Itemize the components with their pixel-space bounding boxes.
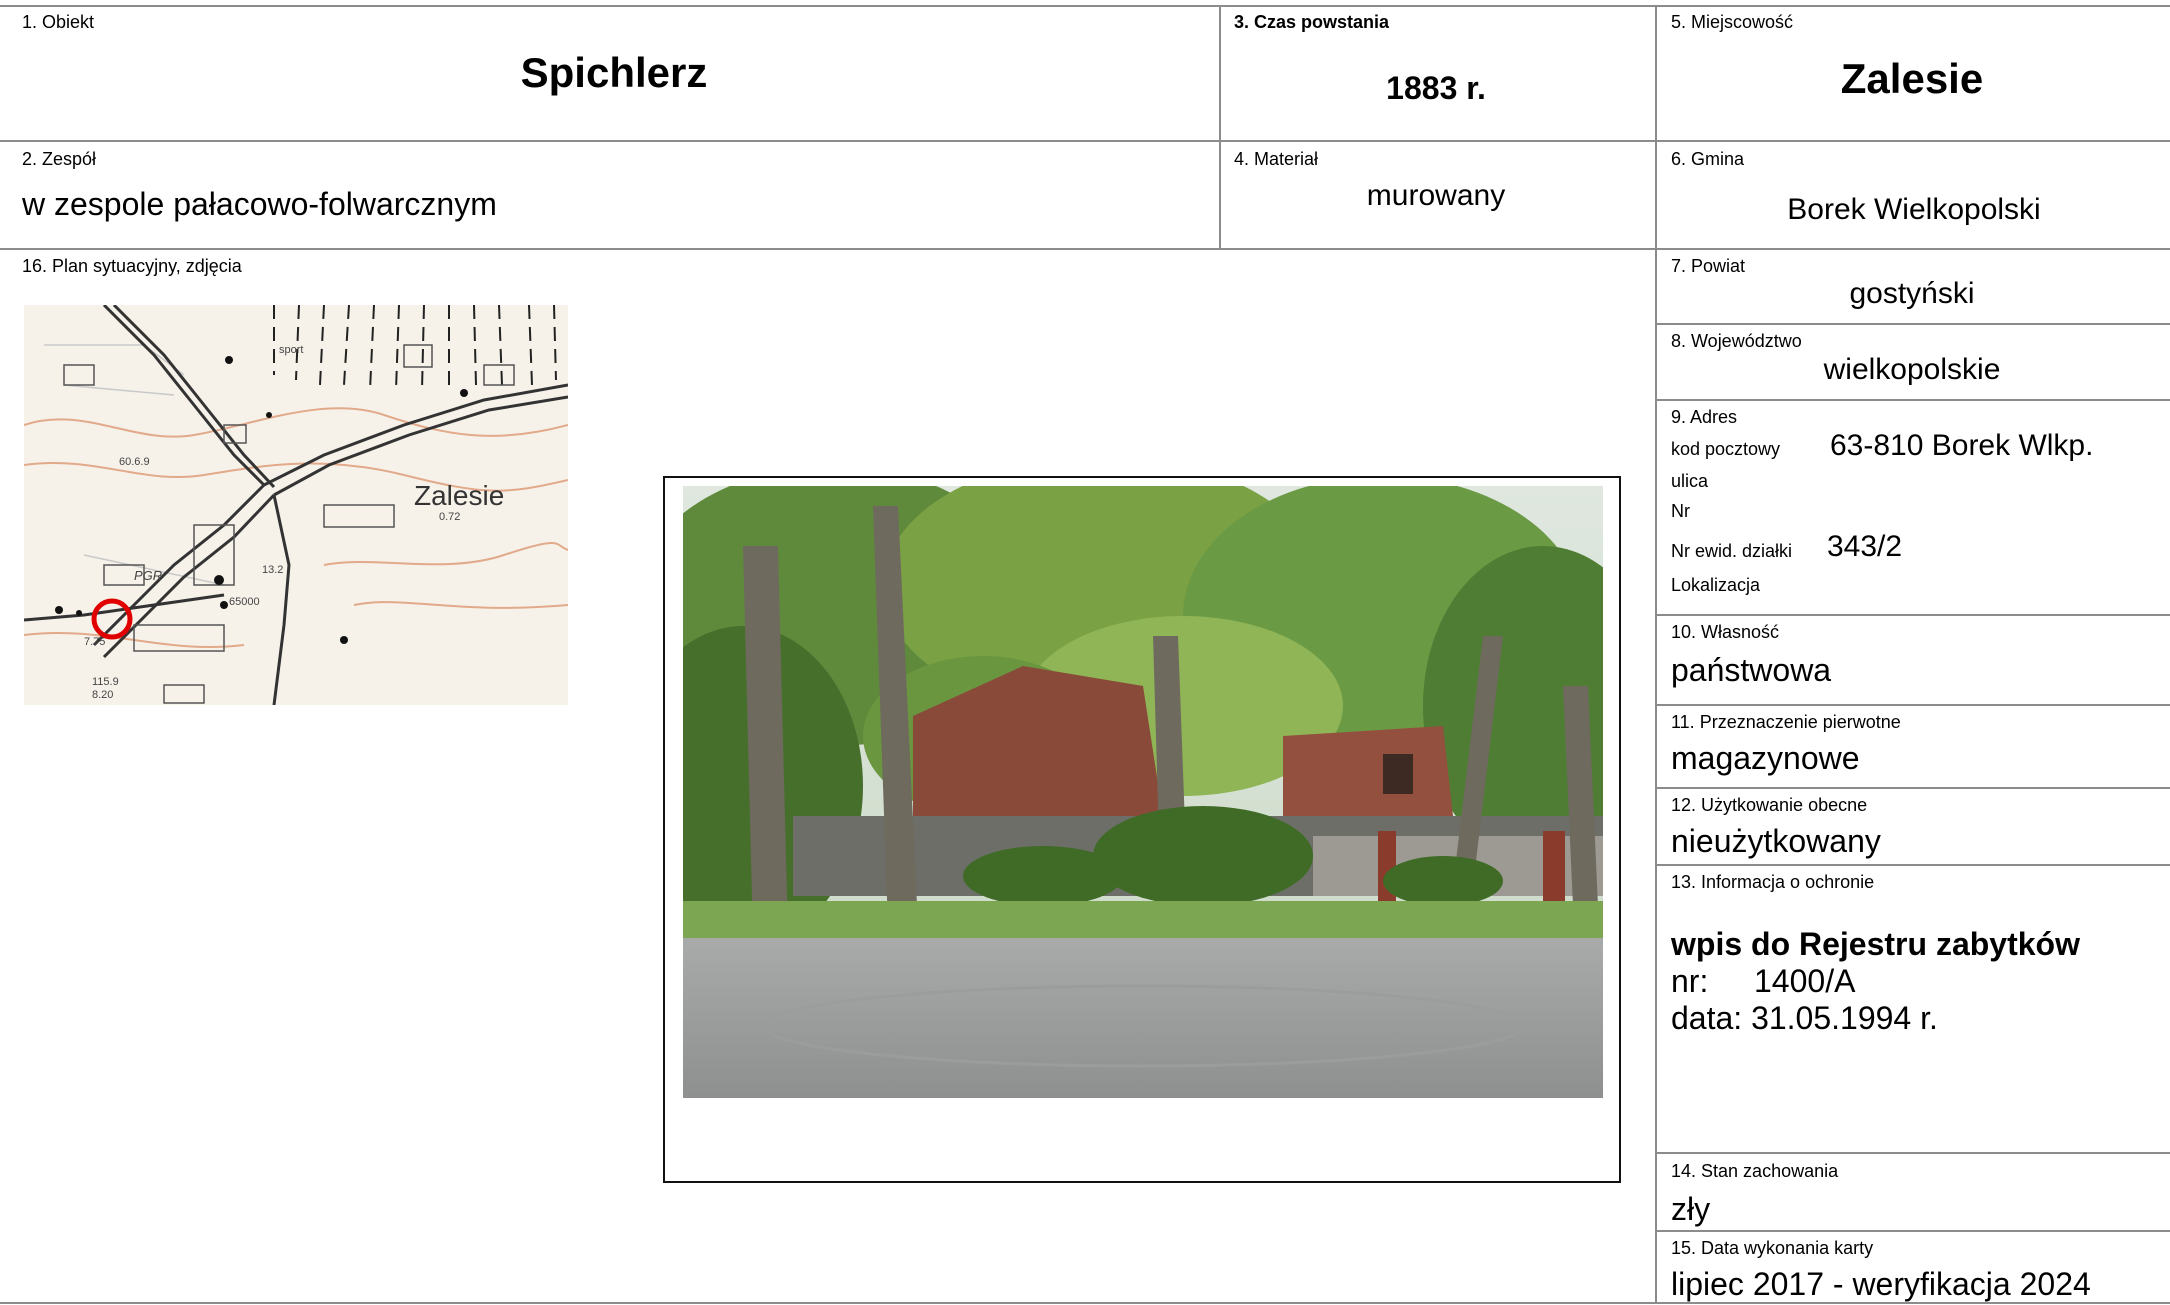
wlasnosc-label: 10. Własność — [1671, 622, 1780, 642]
lokalizacja-label: Lokalizacja — [1671, 575, 1761, 595]
map-label-sport: sport — [279, 344, 303, 356]
przeznaczenie-value: magazynowe — [1671, 740, 1860, 776]
ochrona-nr-value: 1400/A — [1754, 963, 1856, 999]
granary-photo — [683, 486, 1603, 1098]
ochrona-title: wpis do Rejestru zabytków — [1671, 926, 2080, 962]
map-label-820: 8.20 — [92, 689, 113, 701]
stan-label: 14. Stan zachowania — [1671, 1161, 1839, 1181]
czas-value: 1883 r. — [1386, 70, 1486, 106]
nr-ewid-dzialki-label: Nr ewid. działki — [1671, 541, 1793, 561]
ochrona-nr-label: nr: — [1671, 963, 1709, 999]
side-rule-13 — [1655, 1152, 2170, 1154]
row2-rule — [0, 248, 2170, 250]
powiat-value: gostyński — [1849, 277, 1975, 310]
ulica-label: ulica — [1671, 471, 1709, 491]
top-rule — [0, 5, 2170, 7]
uzytkowanie-label: 12. Użytkowanie obecne — [1671, 795, 1868, 815]
bottom-rule — [0, 1302, 2170, 1304]
ochrona-label: 13. Informacja o ochronie — [1671, 872, 1875, 892]
gmina-value: Borek Wielkopolski — [1787, 193, 2041, 226]
plan-label: 16. Plan sytuacyjny, zdjęcia — [22, 256, 242, 276]
col2-divider — [1655, 5, 1657, 1304]
side-rule-14 — [1655, 1230, 2170, 1232]
map-label-pgr: PGR — [134, 568, 162, 583]
side-rule-10 — [1655, 704, 2170, 706]
nr-label: Nr — [1671, 501, 1690, 521]
col1-divider — [1219, 5, 1221, 250]
zespol-label: 2. Zespół — [22, 149, 97, 169]
material-label: 4. Materiał — [1234, 149, 1319, 169]
przeznaczenie-label: 11. Przeznaczenie pierwotne — [1671, 712, 1901, 732]
material-value: murowany — [1366, 179, 1506, 212]
side-rule-9 — [1655, 614, 2170, 616]
data-karty-value: lipiec 2017 - weryfikacja 2024 — [1671, 1266, 2091, 1302]
uzytkowanie-value: nieużytkowany — [1671, 823, 1881, 859]
miejscowosc-label: 5. Miejscowość — [1671, 12, 1794, 32]
kod-pocztowy-value: 63-810 Borek Wlkp. — [1830, 429, 2094, 462]
obiekt-value: Spichlerz — [520, 49, 708, 96]
photo-drawing — [683, 486, 1603, 1098]
wlasnosc-value: państwowa — [1671, 652, 1832, 688]
obiekt-label: 1. Obiekt — [22, 12, 95, 32]
map-drawing: sport 0.72 PGR 13.2 115.9 8.20 60.6.9 65… — [24, 305, 568, 705]
zespol-value: w zespole pałacowo-folwarcznym — [22, 186, 497, 222]
map-label-072: 0.72 — [439, 511, 460, 523]
kod-pocztowy-label: kod pocztowy — [1671, 439, 1781, 459]
gmina-label: 6. Gmina — [1671, 149, 1745, 169]
side-rule-8 — [1655, 399, 2170, 401]
situational-map: sport 0.72 PGR 13.2 115.9 8.20 60.6.9 65… — [24, 305, 568, 705]
side-rule-12 — [1655, 864, 2170, 866]
ochrona-data: data: 31.05.1994 r. — [1671, 1000, 1938, 1036]
map-place-name: Zalesie — [414, 480, 504, 511]
map-label-132: 13.2 — [262, 564, 283, 576]
map-label-6069: 60.6.9 — [119, 456, 150, 468]
adres-label: 9. Adres — [1671, 407, 1738, 427]
map-label-775: 7.75 — [84, 636, 105, 648]
row1-rule — [0, 140, 2170, 142]
stan-value: zły — [1671, 1191, 1711, 1227]
side-rule-11 — [1655, 787, 2170, 789]
map-label-65000: 65000 — [229, 596, 260, 608]
data-karty-label: 15. Data wykonania karty — [1671, 1238, 1874, 1258]
nr-ewid-dzialki-value: 343/2 — [1827, 530, 1903, 563]
map-label-1159: 115.9 — [92, 676, 119, 688]
powiat-label: 7. Powiat — [1671, 256, 1746, 276]
side-rule-7 — [1655, 323, 2170, 325]
miejscowosc-value: Zalesie — [1840, 55, 1984, 102]
wojewodztwo-value: wielkopolskie — [1823, 353, 2001, 386]
czas-label: 3. Czas powstania — [1234, 12, 1390, 32]
wojewodztwo-label: 8. Województwo — [1671, 331, 1802, 351]
